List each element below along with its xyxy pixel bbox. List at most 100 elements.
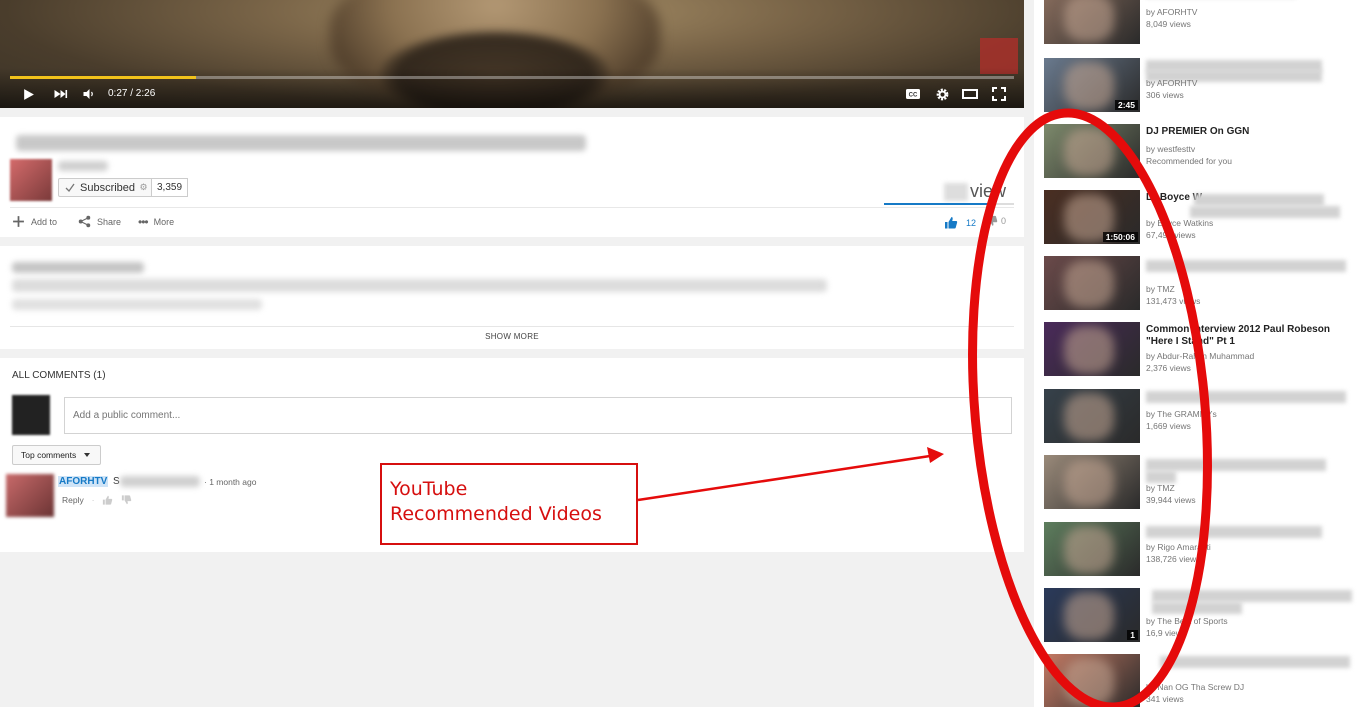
- reply-button[interactable]: Reply: [62, 495, 84, 505]
- like-button[interactable]: 12: [944, 216, 976, 229]
- description-text: [12, 279, 827, 292]
- video-thumbnail[interactable]: [1044, 654, 1140, 707]
- video-channel[interactable]: by AFORHTV: [1146, 7, 1197, 17]
- player-controls: 0:27 / 2:26 CC: [0, 82, 1024, 106]
- video-channel[interactable]: by The Best of Sports: [1146, 616, 1228, 626]
- video-channel[interactable]: by AFORHTV: [1146, 78, 1197, 88]
- captions-icon[interactable]: CC: [905, 86, 921, 102]
- thumbs-down-icon: [986, 215, 998, 226]
- video-duration: 1:50:06: [1102, 232, 1138, 242]
- share-icon: [78, 215, 91, 228]
- recommended-video-item[interactable]: by The GRAMMYs 1,669 views: [1044, 389, 1364, 445]
- video-channel[interactable]: by TMZ: [1146, 284, 1175, 294]
- comment-actions: Reply ·: [62, 495, 132, 505]
- recommended-video-item[interactable]: by Nan OG Tha Screw DJ 341 views: [1044, 654, 1364, 707]
- add-to-button[interactable]: Add to: [12, 215, 57, 228]
- video-thumbnail[interactable]: 2:45: [1044, 58, 1140, 112]
- video-views: 39,944 views: [1146, 495, 1196, 505]
- redacted-title: [1146, 391, 1346, 403]
- video-views: 1,669 views: [1146, 421, 1191, 431]
- thumbs-up-icon[interactable]: [102, 495, 113, 505]
- fullscreen-icon[interactable]: [991, 86, 1007, 102]
- sentiment-bar: [884, 203, 1014, 205]
- video-thumbnail[interactable]: [1044, 455, 1140, 509]
- dislike-count: 0: [1001, 216, 1007, 226]
- video-channel[interactable]: by Nan OG Tha Screw DJ: [1146, 682, 1244, 692]
- description-card: SHOW MORE: [0, 246, 1024, 349]
- theater-icon[interactable]: [962, 86, 978, 102]
- recommended-video-item[interactable]: by AFORHTV 8,049 views: [1044, 0, 1364, 46]
- video-channel[interactable]: by The GRAMMYs: [1146, 409, 1217, 419]
- video-player[interactable]: 0:27 / 2:26 CC: [0, 0, 1024, 108]
- recommended-video-item[interactable]: 1:50:06 Dr Boyce Wby Boyce Watkins 67,496 …: [1044, 190, 1364, 246]
- channel-avatar[interactable]: [10, 159, 52, 201]
- redacted-title: [1194, 194, 1324, 206]
- video-title[interactable]: Common interview 2012 Paul Robeson "Here…: [1146, 324, 1352, 348]
- annotation-callout: YouTube Recommended Videos: [380, 463, 638, 545]
- video-channel[interactable]: by Boyce Watkins: [1146, 218, 1213, 228]
- video-views: 131,473 views: [1146, 296, 1201, 306]
- next-icon[interactable]: [52, 86, 68, 102]
- video-views: 2,376 views: [1146, 363, 1191, 373]
- comment-sort-dropdown[interactable]: Top comments: [12, 445, 102, 465]
- more-button[interactable]: ••• More: [138, 215, 174, 229]
- volume-icon[interactable]: [80, 86, 96, 102]
- comments-header: ALL COMMENTS (1): [12, 370, 106, 381]
- show-more-button[interactable]: SHOW MORE: [0, 332, 1024, 341]
- dislike-button[interactable]: 0: [986, 215, 1006, 227]
- user-avatar: [12, 395, 50, 435]
- recommended-video-item[interactable]: 2:45 by AFORHTV 306 views: [1044, 58, 1364, 114]
- comment-text-start: S: [113, 476, 120, 487]
- video-views: 16,9 views: [1146, 628, 1187, 638]
- video-channel[interactable]: by Abdur-Rahim Muhammad: [1146, 351, 1254, 361]
- thumbs-down-icon[interactable]: [121, 495, 132, 505]
- video-thumbnail[interactable]: 1: [1044, 588, 1140, 642]
- video-title[interactable]: DJ PREMIER On GGN: [1146, 126, 1352, 138]
- recommended-video-item[interactable]: 1 by The Best of Sports 16,9 views: [1044, 588, 1364, 644]
- comment-author-avatar[interactable]: [6, 474, 54, 517]
- time-display: 0:27 / 2:26: [108, 88, 156, 99]
- comment-input[interactable]: [64, 397, 1012, 434]
- redacted-title: [1160, 656, 1350, 668]
- redacted-title: [1146, 526, 1322, 538]
- recommended-video-item[interactable]: DJ PREMIER On GGN by westfesttv Recommende…: [1044, 124, 1364, 180]
- recommended-video-item[interactable]: Common interview 2012 Paul Robeson "Here…: [1044, 322, 1364, 378]
- channel-name[interactable]: [58, 161, 108, 171]
- chevron-down-icon: [84, 453, 91, 457]
- recommended-video-item[interactable]: by Rigo Amaranti 138,726 views: [1044, 522, 1364, 578]
- play-icon[interactable]: [20, 86, 36, 102]
- subscriber-count: 3,359: [152, 178, 189, 197]
- subscribe-label: Subscribed: [80, 181, 136, 194]
- subscribe-button[interactable]: Subscribed: [58, 178, 144, 197]
- video-views: 341 views: [1146, 694, 1184, 704]
- video-views: 138,726 views: [1146, 554, 1201, 564]
- views-label: view: [970, 181, 1007, 201]
- share-button[interactable]: Share: [78, 215, 121, 228]
- video-channel[interactable]: by TMZ: [1146, 483, 1175, 493]
- recommended-video-item[interactable]: by TMZ 131,473 views: [1044, 256, 1364, 312]
- video-thumbnail[interactable]: [1044, 0, 1140, 44]
- video-channel[interactable]: by westfesttv: [1146, 144, 1195, 154]
- video-thumbnail[interactable]: [1044, 322, 1140, 376]
- comment-author[interactable]: AFORHTV: [58, 476, 109, 487]
- plus-icon: [13, 216, 24, 227]
- video-thumbnail[interactable]: [1044, 389, 1140, 443]
- comment-time[interactable]: · 1 month ago: [204, 477, 256, 487]
- video-thumbnail[interactable]: [1044, 124, 1140, 178]
- description-text-line2: [12, 299, 262, 310]
- video-views: 67,496 views: [1146, 230, 1196, 240]
- comment-text: [120, 476, 200, 487]
- video-title: [16, 135, 586, 151]
- like-count: 12: [966, 217, 977, 228]
- video-channel[interactable]: by Rigo Amaranti: [1146, 542, 1211, 552]
- video-thumbnail[interactable]: [1044, 522, 1140, 576]
- view-count: view: [944, 181, 1006, 202]
- video-thumbnail[interactable]: 1:50:06: [1044, 190, 1140, 244]
- recommended-sidebar: by AFORHTV 8,049 views 2:45 by AFORHTV 306 v…: [1034, 0, 1364, 707]
- subscription-settings-icon[interactable]: ⚙: [136, 178, 152, 197]
- settings-icon[interactable]: [934, 86, 950, 102]
- video-thumbnail[interactable]: [1044, 256, 1140, 310]
- publish-date: [12, 262, 144, 273]
- recommended-video-item[interactable]: by TMZ 39,944 views: [1044, 455, 1364, 511]
- progress-bar[interactable]: [10, 76, 1014, 79]
